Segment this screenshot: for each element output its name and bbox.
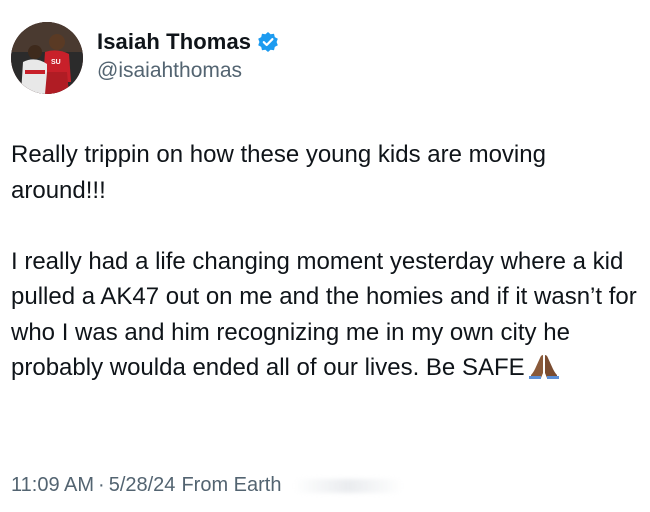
avatar[interactable]: SU [11,22,83,94]
tweet-location: From Earth [181,474,282,496]
handle[interactable]: @isaiahthomas [97,59,279,83]
tweet: SU Isaiah Thomas @isaiahthomas Really tr… [0,0,650,512]
tweet-paragraph-1: Really trippin on how these young kids a… [11,141,546,204]
author-names: Isaiah Thomas @isaiahthomas [97,27,279,83]
svg-text:SU: SU [51,59,61,66]
tweet-text: Really trippin on how these young kids a… [11,137,641,386]
folded-hands-icon [528,353,559,379]
tweet-date[interactable]: 5/28/24 [109,474,176,497]
verified-badge-icon [257,31,279,53]
name-row: Isaiah Thomas [97,27,279,57]
meta-separator: · [98,474,105,496]
blurred-region [293,478,404,493]
avatar-photo: SU [11,22,83,94]
tweet-header: SU Isaiah Thomas @isaiahthomas [11,20,279,96]
tweet-meta: 11:09 AM · 5/28/24 From Earth [11,474,404,497]
tweet-paragraph-2: I really had a life changing moment yest… [11,244,641,386]
tweet-time[interactable]: 11:09 AM [11,474,94,497]
display-name[interactable]: Isaiah Thomas [97,29,251,55]
